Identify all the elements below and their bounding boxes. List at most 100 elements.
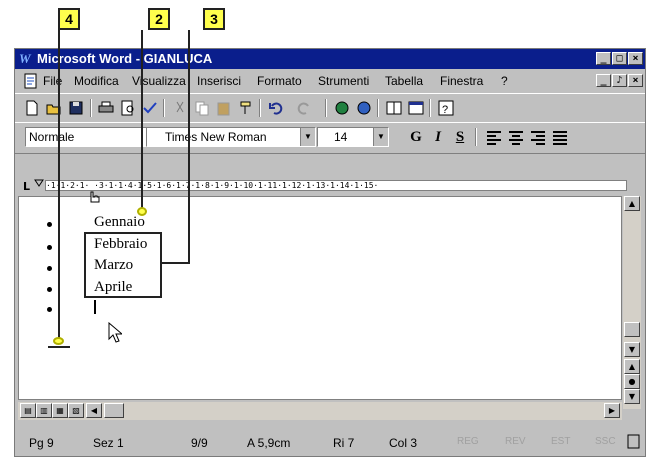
align-center-icon[interactable] bbox=[507, 128, 525, 146]
menu-strumenti[interactable]: Strumenti bbox=[318, 74, 369, 88]
spelling-icon[interactable] bbox=[141, 99, 159, 117]
print-icon[interactable] bbox=[97, 99, 115, 117]
status-mode-est[interactable]: EST bbox=[551, 436, 570, 447]
menu-finestra[interactable]: Finestra bbox=[440, 74, 483, 88]
status-column: Col 3 bbox=[389, 436, 418, 450]
menu-help[interactable]: ? bbox=[501, 74, 508, 88]
previous-page-icon[interactable]: ▲ bbox=[624, 359, 640, 374]
horizontal-ruler[interactable]: L ·1·1·2·1· ·3·1·1·4·1·5·1·6·1·7·1·8·1·9… bbox=[15, 176, 645, 194]
menu-tabella[interactable]: Tabella bbox=[385, 74, 423, 88]
status-section: Sez 1 bbox=[93, 436, 124, 450]
toolbar-separator bbox=[325, 99, 327, 117]
callout-3-leader bbox=[188, 30, 190, 263]
menu-formato[interactable]: Formato bbox=[257, 74, 302, 88]
style-value: Normale bbox=[29, 130, 75, 144]
cut-icon[interactable] bbox=[171, 99, 189, 117]
horizontal-scrollbar[interactable]: ▤ ▥ ▦ ▧ ◀ ▶ bbox=[18, 402, 622, 420]
status-bar: Pg 9 Sez 1 9/9 A 5,9cm Ri 7 Col 3 REG RE… bbox=[15, 432, 645, 454]
scroll-right-icon[interactable]: ▶ bbox=[604, 403, 620, 418]
format-painter-icon[interactable] bbox=[237, 99, 255, 117]
indent-marker-icon[interactable] bbox=[34, 176, 44, 194]
next-page-icon[interactable]: ▼ bbox=[624, 389, 640, 404]
toolbar-separator bbox=[90, 99, 92, 117]
italic-button[interactable]: I bbox=[429, 128, 447, 146]
print-preview-icon[interactable] bbox=[119, 99, 137, 117]
callout-3: 3 bbox=[203, 8, 225, 30]
open-folder-icon[interactable] bbox=[45, 99, 63, 117]
web-toolbar-icon[interactable] bbox=[355, 99, 373, 117]
status-mode-reg[interactable]: REG bbox=[457, 436, 479, 447]
menu-bar: File Modifica Visualizza Inserisci Forma… bbox=[15, 70, 645, 92]
justify-icon[interactable] bbox=[551, 128, 569, 146]
close-button[interactable]: × bbox=[628, 52, 643, 65]
status-mode-ssc[interactable]: SSC bbox=[595, 436, 616, 447]
bullet bbox=[47, 266, 52, 271]
outline-view-icon[interactable]: ▧ bbox=[68, 403, 84, 418]
bullet bbox=[47, 222, 52, 227]
hand-pointer-icon bbox=[88, 190, 100, 208]
callout-2-leader bbox=[141, 30, 143, 208]
align-left-icon[interactable] bbox=[485, 128, 503, 146]
scroll-left-icon[interactable]: ◀ bbox=[86, 403, 102, 418]
book-icon[interactable] bbox=[627, 434, 641, 453]
scroll-thumb[interactable] bbox=[624, 322, 640, 337]
list-item[interactable]: Marzo bbox=[94, 257, 133, 274]
horizontal-scroll-thumb[interactable] bbox=[104, 403, 124, 418]
list-item[interactable]: Aprile bbox=[94, 279, 132, 296]
normal-view-icon[interactable]: ▤ bbox=[20, 403, 36, 418]
callout-4-marker bbox=[53, 337, 64, 345]
minimize-button[interactable]: _ bbox=[596, 52, 611, 65]
save-icon[interactable] bbox=[67, 99, 85, 117]
toolbar-separator bbox=[163, 99, 165, 117]
vertical-scrollbar[interactable]: ▲ ▼ ▲ ● ▼ bbox=[623, 196, 641, 409]
doc-restore-button[interactable]: ♪ bbox=[612, 74, 627, 87]
help-icon[interactable]: ? bbox=[437, 99, 455, 117]
redo-icon[interactable] bbox=[295, 99, 313, 117]
document-icon[interactable] bbox=[23, 73, 39, 89]
word-app-icon: W bbox=[19, 51, 31, 66]
doc-minimize-button[interactable]: _ bbox=[596, 74, 611, 87]
toolbar-separator bbox=[259, 99, 261, 117]
paste-icon[interactable] bbox=[215, 99, 233, 117]
list-item[interactable]: Febbraio bbox=[94, 236, 147, 253]
scroll-down-icon[interactable]: ▼ bbox=[624, 342, 640, 357]
columns-icon[interactable] bbox=[385, 99, 403, 117]
toolbar-separator bbox=[377, 99, 379, 117]
table-icon[interactable] bbox=[407, 99, 425, 117]
toolbar-separator bbox=[429, 99, 431, 117]
menu-modifica[interactable]: Modifica bbox=[74, 74, 119, 88]
underline-button[interactable]: S bbox=[451, 128, 469, 146]
browse-object-icon[interactable]: ● bbox=[624, 374, 640, 389]
font-combo[interactable]: Times New Roman ▼ bbox=[146, 127, 316, 147]
menu-inserisci[interactable]: Inserisci bbox=[197, 74, 241, 88]
web-layout-view-icon[interactable]: ▥ bbox=[36, 403, 52, 418]
copy-icon[interactable] bbox=[193, 99, 211, 117]
status-pages: 9/9 bbox=[191, 436, 208, 450]
font-size-value: 14 bbox=[334, 130, 348, 144]
ruler-scale: ·1·1·2·1· ·3·1·1·4·1·5·1·6·1·7·1·8·1·9·1… bbox=[45, 180, 627, 191]
align-right-icon[interactable] bbox=[529, 128, 547, 146]
list-item[interactable]: Gennaio bbox=[94, 214, 145, 231]
font-size-combo[interactable]: 14 ▼ bbox=[317, 127, 389, 147]
chevron-down-icon[interactable]: ▼ bbox=[300, 128, 315, 146]
chevron-down-icon[interactable]: ▼ bbox=[373, 128, 388, 146]
scroll-up-icon[interactable]: ▲ bbox=[624, 196, 640, 211]
maximize-button[interactable]: □ bbox=[612, 52, 627, 65]
window-title: Microsoft Word - GIANLUCA bbox=[37, 51, 213, 66]
toolbar-separator bbox=[475, 128, 477, 146]
status-position: A 5,9cm bbox=[247, 436, 291, 450]
status-line: Ri 7 bbox=[333, 436, 355, 450]
tab-stop-selector[interactable]: L bbox=[23, 180, 30, 193]
insert-hyperlink-icon[interactable] bbox=[333, 99, 351, 117]
callout-2: 2 bbox=[148, 8, 170, 30]
formatting-toolbar: Normale ▼ Times New Roman ▼ 14 ▼ G I S bbox=[15, 122, 645, 154]
style-combo[interactable]: Normale ▼ bbox=[25, 127, 165, 147]
callout-3-connector bbox=[162, 262, 190, 264]
print-layout-view-icon[interactable]: ▦ bbox=[52, 403, 68, 418]
new-document-icon[interactable] bbox=[23, 99, 41, 117]
status-mode-rev[interactable]: REV bbox=[505, 436, 526, 447]
bold-button[interactable]: G bbox=[407, 128, 425, 146]
text-cursor bbox=[94, 300, 96, 314]
doc-close-button[interactable]: × bbox=[628, 74, 643, 87]
undo-icon[interactable] bbox=[267, 99, 285, 117]
